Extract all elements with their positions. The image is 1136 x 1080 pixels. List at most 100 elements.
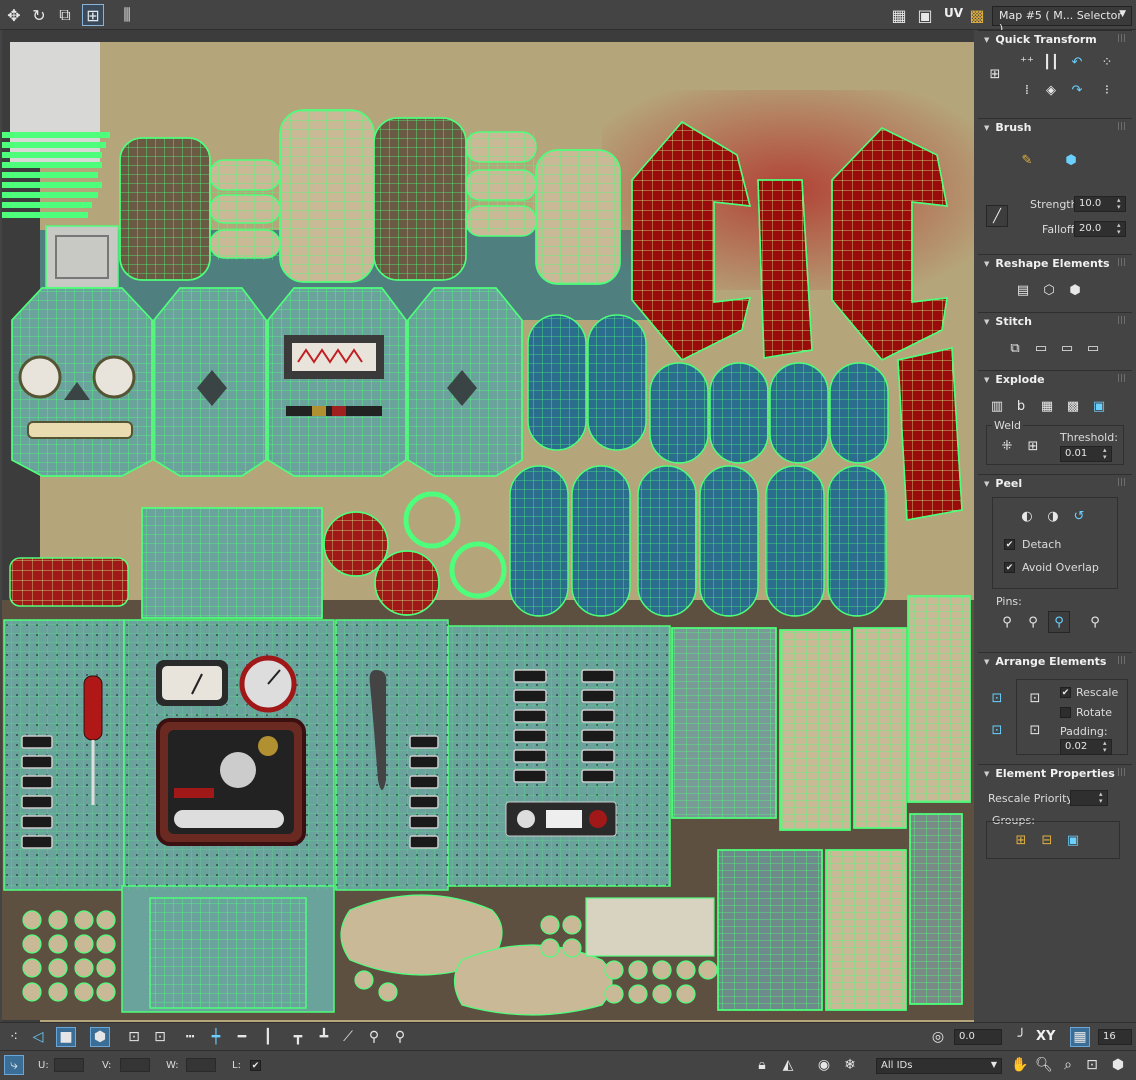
texture-display-icon[interactable]: ▣ — [914, 4, 936, 26]
polygon-select-icon[interactable]: ■ — [56, 1027, 76, 1047]
quick-peel-icon[interactable]: ◐ — [1016, 505, 1038, 527]
move-icon[interactable]: ✥ — [3, 4, 25, 26]
relax-brush-icon[interactable]: ⬢ — [1060, 149, 1082, 171]
rollout-title[interactable]: Explode — [984, 373, 1044, 386]
drag-grip-icon[interactable] — [1118, 258, 1126, 266]
select-overlap-icon[interactable]: ┳ — [288, 1027, 308, 1047]
soft-selection-icon[interactable]: ╯ — [1012, 1027, 1032, 1047]
drag-grip-icon[interactable] — [1118, 34, 1126, 42]
stitch-to-source-icon[interactable]: ▭ — [1030, 337, 1052, 359]
hide-icon[interactable]: ◉ — [814, 1055, 834, 1075]
w-field[interactable] — [186, 1058, 216, 1072]
falloff-curve-icon[interactable]: ╱ — [986, 205, 1008, 227]
rollout-title[interactable]: Quick Transform — [984, 33, 1096, 46]
lock-checkbox[interactable]: ✔ — [250, 1060, 261, 1071]
show-hidden-icon[interactable]: ◭ — [778, 1055, 798, 1075]
v-field[interactable] — [120, 1058, 150, 1072]
detach-checkbox[interactable]: ✔ — [1004, 539, 1015, 550]
rotate-ccw-icon[interactable]: ↶ — [1066, 51, 1088, 73]
rollout-title[interactable]: Stitch — [984, 315, 1032, 328]
freeform-icon[interactable]: ⊞ — [82, 4, 104, 26]
paint-select-icon[interactable]: ⟋ — [338, 1027, 358, 1047]
rollout-title[interactable]: Element Properties — [984, 767, 1114, 780]
loop-select-icon[interactable]: ┅ — [180, 1027, 200, 1047]
stitch-to-target-icon[interactable]: ▭ — [1082, 337, 1104, 359]
explode-selected-icon[interactable]: ▣ — [1088, 395, 1110, 417]
flip-icon[interactable]: ⁝ — [1096, 79, 1118, 101]
edge-loop-icon[interactable]: ┃ — [258, 1027, 278, 1047]
ungroup-selected-icon[interactable]: ⊟ — [1036, 829, 1058, 851]
drag-grip-icon[interactable] — [1118, 768, 1126, 776]
zoom-extents-icon[interactable]: ⊡ — [1082, 1055, 1102, 1075]
relax-by-edge-icon[interactable]: ⬢ — [1064, 279, 1086, 301]
checker-icon[interactable]: ▦ — [888, 4, 910, 26]
paint-select-grow-icon[interactable]: ⚲ — [364, 1027, 384, 1047]
edge-select-icon[interactable]: ◁ — [28, 1027, 48, 1047]
shrink-selection-icon[interactable]: ⊡ — [150, 1027, 170, 1047]
angle-snap-icon[interactable]: ◎ — [928, 1027, 948, 1047]
paint-select-shrink-icon[interactable]: ⚲ — [390, 1027, 410, 1047]
rotate-icon[interactable]: ↻ — [28, 4, 50, 26]
scale-icon[interactable]: ⧉ — [54, 4, 76, 26]
grow-selection-icon[interactable]: ⊡ — [124, 1027, 144, 1047]
align-horizontal-icon[interactable]: ⁺⁺ — [1016, 51, 1038, 73]
lock-icon[interactable]: 🔒︎ — [752, 1055, 772, 1075]
select-pins-icon[interactable]: ⚲ — [1084, 611, 1106, 633]
falloff-spinner[interactable]: 20.0 — [1074, 221, 1126, 237]
vertex-select-icon[interactable]: ⁖ — [4, 1027, 24, 1047]
group-selected-icon[interactable]: ⊞ — [1010, 829, 1032, 851]
weld-target-icon[interactable]: ⊞ — [1022, 435, 1044, 457]
grid-snap-icon[interactable]: ▦ — [1070, 1027, 1090, 1047]
explode-by-material-icon[interactable]: b — [1010, 395, 1032, 417]
explode-by-smoothing-icon[interactable]: ▥ — [986, 395, 1008, 417]
weld-selected-icon[interactable]: ⁜ — [996, 435, 1018, 457]
ring-grow-icon[interactable]: ┿ — [206, 1027, 226, 1047]
rollout-title[interactable]: Brush — [984, 121, 1031, 134]
rotate-checkbox[interactable] — [1060, 707, 1071, 718]
drag-grip-icon[interactable] — [1118, 478, 1126, 486]
absolute-mode-icon[interactable]: ⤷ — [4, 1055, 24, 1075]
explode-to-islands-icon[interactable]: ▦ — [1036, 395, 1058, 417]
map-selector-dropdown[interactable]: Map #5 ( M... Selector ) ▼ — [992, 6, 1132, 35]
reset-peel-icon[interactable]: ↺ — [1068, 505, 1090, 527]
align-to-pivot-icon[interactable]: ⊞ — [984, 63, 1006, 85]
stitch-custom-icon[interactable]: ⧉ — [1004, 337, 1026, 359]
zoom-icon[interactable]: 🔍︎ — [1034, 1055, 1054, 1075]
freeze-icon[interactable]: ❄ — [840, 1055, 860, 1075]
unpin-selected-icon[interactable]: ⚲ — [1022, 611, 1044, 633]
select-group-icon[interactable]: ▣ — [1062, 829, 1084, 851]
stitch-to-average-icon[interactable]: ▭ — [1056, 337, 1078, 359]
map-checker-icon[interactable]: ▩ — [966, 4, 988, 26]
straighten-selection-icon[interactable]: ▤ — [1012, 279, 1034, 301]
space-horizontal-icon[interactable]: ┃┃ — [1040, 51, 1062, 73]
drag-grip-icon[interactable] — [1118, 122, 1126, 130]
auto-pin-icon[interactable]: ⚲ — [1048, 611, 1070, 633]
avoid-overlap-checkbox[interactable]: ✔ — [1004, 562, 1015, 573]
explode-by-edges-icon[interactable]: ▩ — [1062, 395, 1084, 417]
zoom-selected-icon[interactable]: ⬢ — [1108, 1055, 1128, 1075]
rollout-title[interactable]: Arrange Elements — [984, 655, 1106, 668]
ids-filter-dropdown[interactable]: All IDs ▼ — [876, 1058, 1002, 1074]
rollout-title[interactable]: Reshape Elements — [984, 257, 1109, 270]
pack-normalize-icon[interactable]: ⊡ — [986, 687, 1008, 709]
threshold-spinner[interactable]: 0.01 — [1060, 446, 1112, 462]
u-field[interactable] — [54, 1058, 84, 1072]
drag-grip-icon[interactable] — [1118, 316, 1126, 324]
zoom-region-icon[interactable]: ⌕ — [1058, 1055, 1078, 1075]
grid-field[interactable]: 16 — [1098, 1029, 1132, 1045]
angle-field[interactable]: 0.0 — [954, 1029, 1002, 1045]
uv-toggle[interactable]: UV — [944, 6, 963, 20]
paint-brush-icon[interactable]: ✎ — [1016, 149, 1038, 171]
element-select-icon[interactable]: ⬢ — [90, 1027, 110, 1047]
pan-icon[interactable]: ✋ — [1010, 1055, 1030, 1075]
strength-spinner[interactable]: 10.0 — [1074, 196, 1126, 212]
pack-together-icon[interactable]: ⊡ — [986, 719, 1008, 741]
drag-grip-icon[interactable] — [1118, 374, 1126, 382]
select-inverted-icon[interactable]: ┻ — [314, 1027, 334, 1047]
drag-grip-icon[interactable] — [1118, 656, 1126, 664]
straighten-icon[interactable]: ⁘ — [1096, 51, 1118, 73]
rotate-cw-icon[interactable]: ↷ — [1066, 79, 1088, 101]
ring-shrink-icon[interactable]: ━ — [232, 1027, 252, 1047]
rollout-title[interactable]: Peel — [984, 477, 1022, 490]
uv-editor-viewport[interactable] — [2, 30, 974, 1022]
